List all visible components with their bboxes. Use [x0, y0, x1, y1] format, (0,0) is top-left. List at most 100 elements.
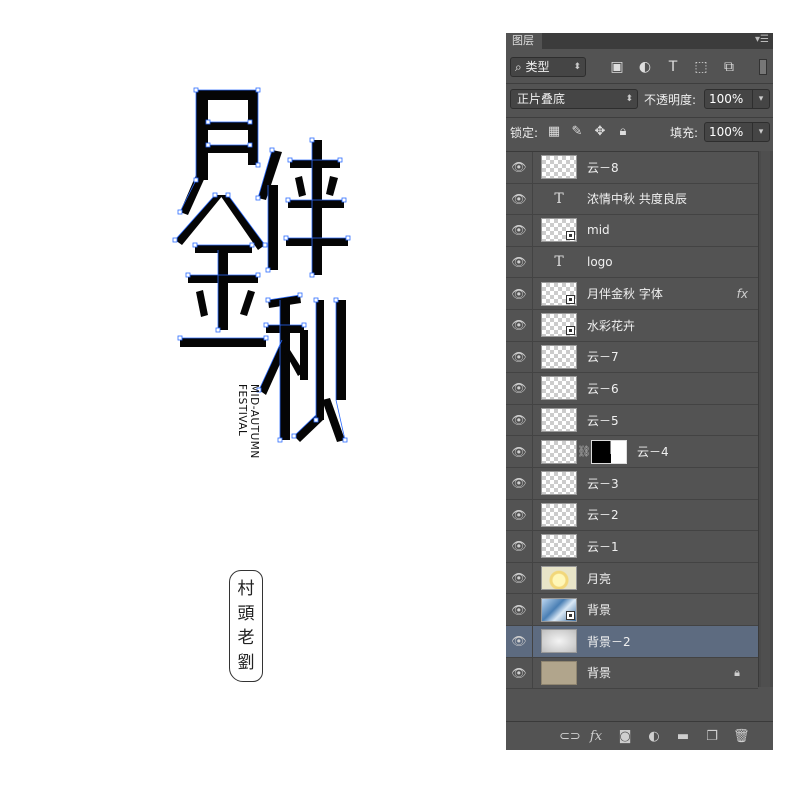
opacity-input[interactable]: 100% ▾ — [704, 89, 770, 109]
layer-thumbnail[interactable] — [541, 660, 577, 685]
layer-row[interactable]: 👁︎ 云－6 — [506, 373, 758, 405]
layer-row[interactable]: 👁︎ Tlogo — [506, 246, 758, 279]
visibility-eye-icon[interactable]: 👁︎ — [506, 539, 532, 553]
layer-name[interactable]: 云－6 — [587, 380, 619, 397]
layer-row[interactable]: 👁︎ 云－8 — [506, 152, 758, 184]
layer-name[interactable]: mid — [587, 223, 610, 237]
lock-transparent-pixels-icon[interactable]: ▦ — [546, 123, 562, 141]
visibility-eye-icon[interactable]: 👁︎ — [506, 255, 532, 269]
visibility-eye-icon[interactable]: 👁︎ — [506, 160, 532, 174]
visibility-eye-icon[interactable]: 👁︎ — [506, 350, 532, 364]
layer-row[interactable]: 👁︎ mid — [506, 215, 758, 247]
visibility-eye-icon[interactable]: 👁︎ — [506, 603, 532, 617]
visibility-eye-icon[interactable]: 👁︎ — [506, 318, 532, 332]
layer-name[interactable]: 背景－2 — [587, 633, 631, 650]
layer-list-scrollbar[interactable] — [758, 151, 773, 687]
layer-thumbnail[interactable] — [541, 629, 577, 654]
layer-thumbnail[interactable] — [541, 502, 577, 527]
layer-name[interactable]: 云－3 — [587, 475, 619, 492]
layer-thumbnail[interactable] — [541, 313, 577, 338]
type-layer-icon[interactable]: T — [541, 187, 577, 211]
visibility-eye-icon[interactable]: 👁︎ — [506, 571, 532, 585]
visibility-eye-icon[interactable]: 👁︎ — [506, 666, 532, 680]
layer-row[interactable]: 👁︎ 云－1 — [506, 531, 758, 563]
layer-thumbnail[interactable] — [541, 534, 577, 559]
blend-mode-select[interactable]: 正片叠底 ⬍ — [510, 89, 638, 109]
link-layers-icon[interactable]: ⊂⊃ — [559, 729, 581, 744]
visibility-eye-icon[interactable]: 👁︎ — [506, 381, 532, 395]
layer-row[interactable]: 👁︎ 云－3 — [506, 467, 758, 500]
panel-menu-icon[interactable]: ▾☰ — [755, 33, 769, 47]
layer-thumbnail[interactable] — [541, 376, 577, 401]
layer-thumbnail[interactable] — [541, 471, 577, 496]
lock-image-pixels-icon[interactable]: ✎ — [569, 123, 585, 141]
layer-thumbnail[interactable] — [541, 344, 577, 369]
scrollbar-thumb[interactable] — [761, 151, 770, 687]
layer-name[interactable]: 月伴金秋 字体 — [587, 285, 663, 302]
layer-name[interactable]: 背景 — [587, 664, 611, 681]
filter-toggle-switch[interactable] — [759, 59, 767, 75]
seal-char-1: 村 — [237, 579, 255, 600]
visibility-eye-icon[interactable]: 👁︎ — [506, 634, 532, 648]
visibility-eye-icon[interactable]: 👁︎ — [506, 476, 532, 490]
layer-name[interactable]: 背景 — [587, 601, 611, 618]
opacity-dropdown-icon[interactable]: ▾ — [752, 90, 769, 108]
layer-name[interactable]: 云－5 — [587, 412, 619, 429]
layer-name[interactable]: 云－2 — [587, 506, 619, 523]
adjustment-icon[interactable]: ◐ — [646, 729, 662, 744]
layer-name[interactable]: 云－1 — [587, 538, 619, 555]
group-folder-icon[interactable]: ▬ — [675, 729, 691, 744]
visibility-eye-icon[interactable]: 👁︎ — [506, 413, 532, 427]
layer-row[interactable]: 👁︎ 云－2 — [506, 499, 758, 532]
mask-link-icon[interactable]: ⛓ — [577, 445, 591, 458]
layer-row[interactable]: 👁︎ 背景 — [506, 594, 758, 626]
adjustment-filter-icon[interactable]: ◐ — [636, 57, 654, 77]
layer-thumbnail[interactable] — [541, 566, 577, 591]
visibility-eye-icon[interactable]: 👁︎ — [506, 192, 532, 206]
layer-row[interactable]: 👁︎ 月亮 — [506, 562, 758, 595]
layer-row[interactable]: 👁︎ 水彩花卉 — [506, 309, 758, 342]
visibility-eye-icon[interactable]: 👁︎ — [506, 287, 532, 301]
layer-row[interactable]: 👁︎ 背景 🔒︎ — [506, 657, 758, 690]
trash-icon[interactable]: 🗑︎ — [733, 729, 750, 744]
layer-name[interactable]: 云－7 — [587, 348, 619, 365]
type-filter-icon[interactable]: T — [664, 57, 682, 77]
layer-row[interactable]: 👁︎ 背景－2 — [506, 625, 758, 658]
lock-row: 锁定: ▦ ✎ ✥ 🔒︎ 填充: 100% ▾ — [508, 121, 771, 145]
shape-filter-icon[interactable]: ⬚ — [692, 57, 710, 77]
layer-thumbnail[interactable] — [541, 597, 577, 622]
layer-name[interactable]: logo — [587, 255, 613, 269]
layer-thumbnail[interactable] — [541, 155, 577, 180]
layer-thumbnail[interactable] — [541, 281, 577, 306]
layer-row[interactable]: 👁︎ 云－5 — [506, 404, 758, 437]
layer-thumbnail[interactable] — [541, 218, 577, 243]
layer-name[interactable]: 云－8 — [587, 159, 619, 176]
lock-position-icon[interactable]: ✥ — [592, 123, 608, 141]
layer-thumbnail[interactable] — [541, 408, 577, 433]
visibility-eye-icon[interactable]: 👁︎ — [506, 223, 532, 237]
layer-name[interactable]: 水彩花卉 — [587, 317, 635, 334]
layer-row[interactable]: 👁︎ T 浓情中秋 共度良辰 — [506, 183, 758, 216]
layer-row[interactable]: 👁︎ 月伴金秋 字体 fx — [506, 278, 758, 310]
layer-row[interactable]: 👁︎ ⛓ 云－4 — [506, 436, 758, 468]
layer-effects-fx-icon[interactable]: fx — [737, 287, 748, 301]
tab-layers[interactable]: 图层 — [506, 33, 542, 49]
visibility-eye-icon[interactable]: 👁︎ — [506, 508, 532, 522]
new-layer-icon[interactable]: ❐ — [704, 729, 720, 744]
type-layer-icon[interactable]: T — [541, 250, 577, 274]
filter-kind-select[interactable]: ⌕ 类型 ⬍ — [510, 57, 586, 77]
fill-input[interactable]: 100% ▾ — [704, 122, 770, 142]
image-filter-icon[interactable]: ▣ — [608, 57, 626, 77]
layer-name[interactable]: 浓情中秋 共度良辰 — [587, 190, 687, 207]
lock-all-icon[interactable]: 🔒︎ — [615, 123, 631, 141]
layer-name[interactable]: 月亮 — [587, 570, 611, 587]
fx-icon[interactable]: fx — [588, 729, 604, 744]
mask-icon[interactable]: ◙ — [617, 729, 633, 744]
layer-name[interactable]: 云－4 — [637, 443, 669, 460]
visibility-eye-icon[interactable]: 👁︎ — [506, 445, 532, 459]
layer-row[interactable]: 👁︎ 云－7 — [506, 341, 758, 374]
fill-dropdown-icon[interactable]: ▾ — [752, 123, 769, 141]
layer-thumbnail[interactable] — [541, 439, 577, 464]
smartobject-filter-icon[interactable]: ⧉ — [720, 57, 738, 77]
layer-mask-thumbnail[interactable] — [591, 439, 627, 464]
